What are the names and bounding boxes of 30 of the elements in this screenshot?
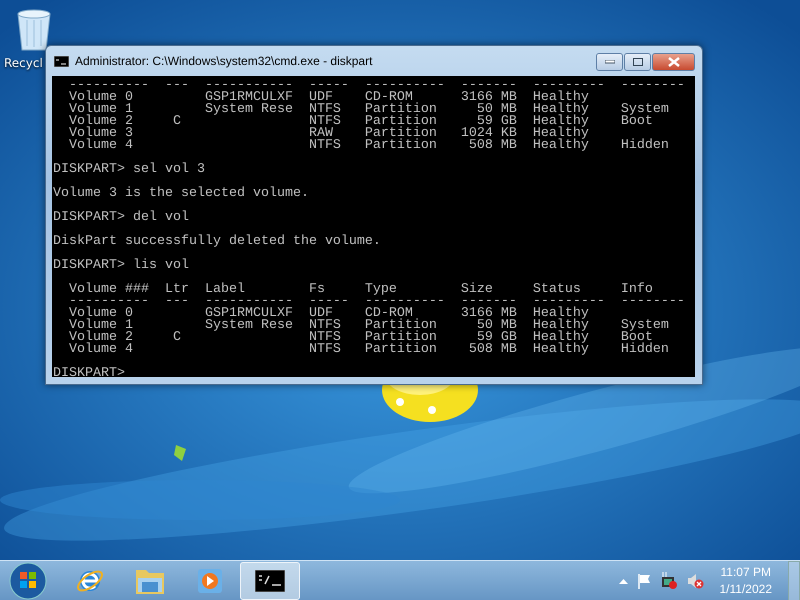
clock[interactable]: 11:07 PM 1/11/2022 bbox=[720, 564, 772, 598]
taskbar-button[interactable] bbox=[240, 562, 300, 600]
start-button[interactable] bbox=[8, 561, 48, 600]
chevron-up-icon[interactable] bbox=[618, 578, 628, 584]
maximize-button[interactable] bbox=[624, 53, 651, 71]
console-line: Volume ### Ltr Label Fs Type Size Status Info bbox=[68, 284, 654, 296]
play-icon bbox=[196, 567, 224, 595]
terminal-icon bbox=[255, 570, 285, 592]
console-line: DISKPART> lis vol bbox=[53, 260, 190, 272]
trash-bin-icon[interactable] bbox=[15, 8, 53, 52]
network-icon[interactable] bbox=[660, 572, 678, 590]
maximize-icon bbox=[632, 58, 642, 66]
console-line: Volume 4 NTFS Partition 508 MB Healthy Hidden bbox=[68, 140, 670, 152]
minimize-button[interactable] bbox=[596, 53, 623, 71]
close-button[interactable] bbox=[652, 53, 695, 71]
console-line: DiskPart successfully deleted the volume. bbox=[53, 236, 382, 248]
clock-time: 11:07 PM bbox=[720, 564, 771, 581]
console-prompt: DISKPART> bbox=[53, 368, 126, 377]
desktop-icon-label: Recycl bbox=[3, 56, 43, 70]
console-line: DISKPART> del vol bbox=[53, 212, 190, 224]
flag-icon[interactable] bbox=[636, 573, 652, 589]
terminal-icon bbox=[54, 56, 69, 66]
console-line: DISKPART> sel vol 3 bbox=[53, 164, 206, 176]
minimize-icon bbox=[604, 60, 614, 64]
console-line: Volume 3 is the selected volume. bbox=[53, 188, 310, 200]
close-icon bbox=[668, 57, 680, 67]
console-line: Volume 4 NTFS Partition 508 MB Healthy Hidden bbox=[68, 344, 670, 356]
window-title: Administrator: C:\Windows\system32\cmd.exe - diskpart bbox=[75, 54, 374, 68]
clock-date: 1/11/2022 bbox=[720, 581, 772, 598]
speaker-icon[interactable] bbox=[686, 572, 704, 590]
